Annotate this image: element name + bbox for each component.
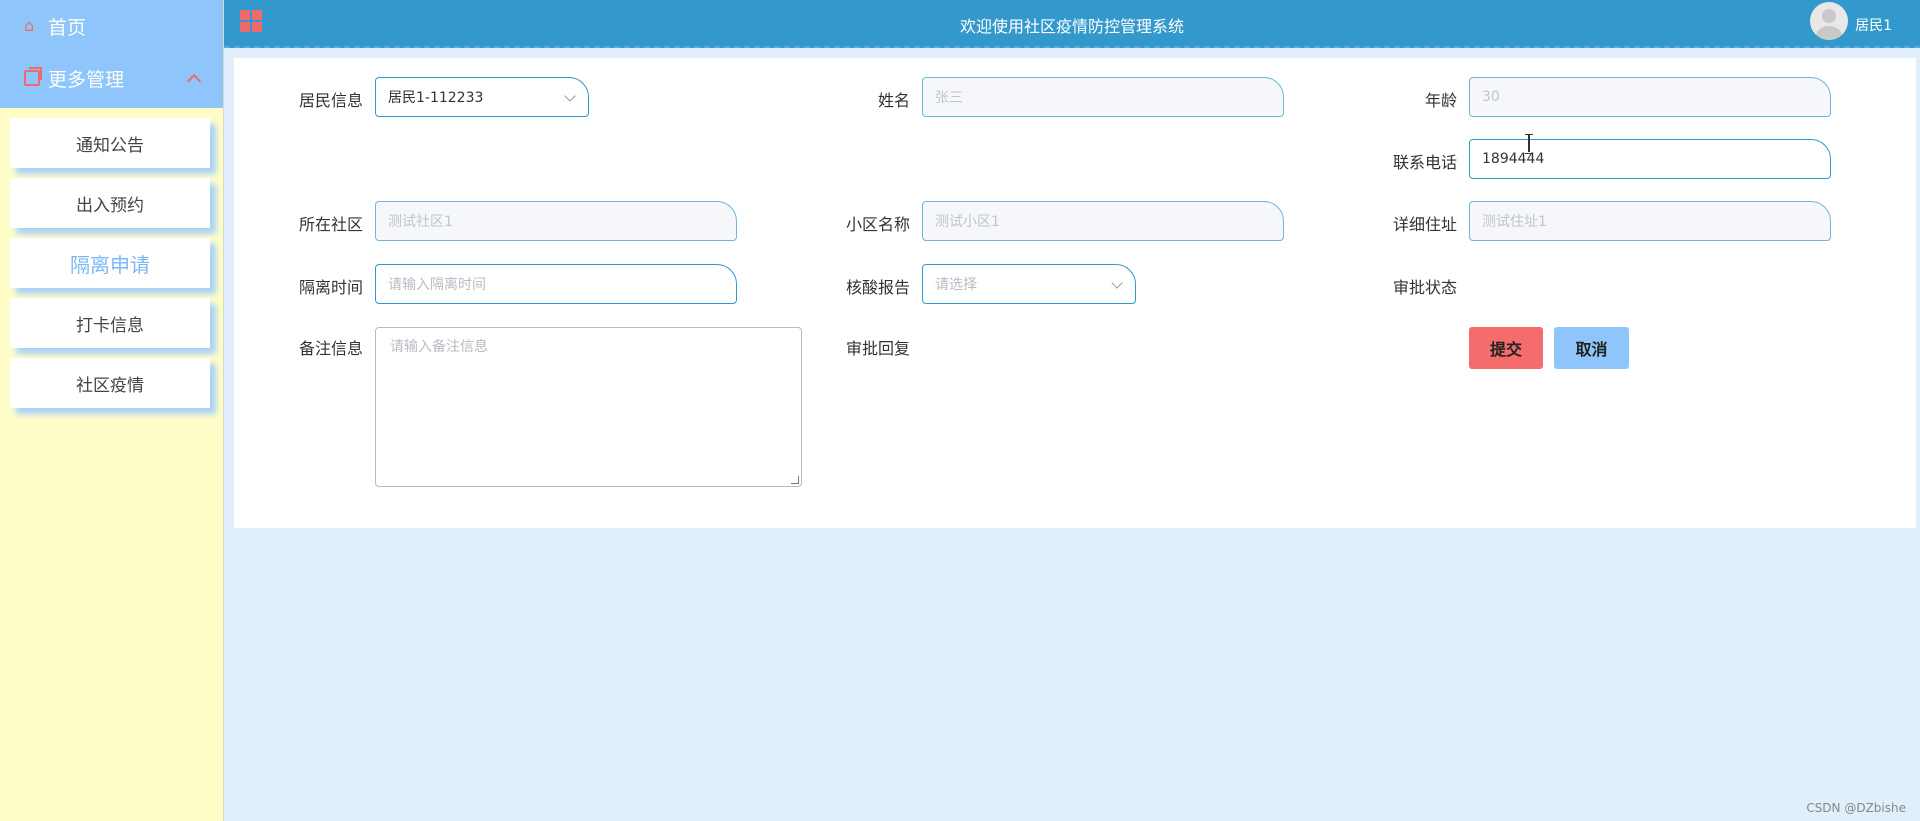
address-field[interactable]: 测试住址1 [1469, 201, 1831, 241]
top-bar: 欢迎使用社区疫情防控管理系统 居民1 [224, 0, 1920, 48]
community-field[interactable]: 测试社区1 [375, 201, 737, 241]
text-cursor-icon [1525, 134, 1533, 154]
sidebar-item-notice[interactable]: 通知公告 [10, 118, 210, 168]
sidebar-item-access-booking[interactable]: 出入预约 [10, 178, 210, 228]
sidebar: ⌂ 首页 更多管理 通知公告 出入预约 隔离申请 打卡信息 社区疫情 [0, 0, 224, 821]
estate-name-label: 小区名称 [845, 215, 910, 234]
remarks-textarea[interactable]: 请输入备注信息 [375, 327, 802, 487]
sidebar-item-label: 更多管理 [48, 68, 125, 91]
phone-label: 联系电话 [1392, 153, 1457, 172]
name-field[interactable]: 张三 [922, 77, 1284, 117]
user-name[interactable]: 居民1 [1855, 15, 1892, 35]
sidebar-item-label: 首页 [48, 16, 87, 39]
avatar[interactable] [1810, 2, 1848, 40]
resident-info-label: 居民信息 [298, 91, 363, 110]
sidebar-item-label: 打卡信息 [76, 315, 144, 336]
isolation-time-placeholder: 请输入隔离时间 [388, 277, 486, 293]
community-label: 所在社区 [298, 215, 363, 234]
submit-button[interactable]: 提交 [1469, 327, 1543, 369]
copy-icon [24, 67, 42, 86]
isolation-time-input[interactable]: 请输入隔离时间 [375, 264, 737, 304]
phone-value: 1894444 [1482, 151, 1545, 167]
remarks-placeholder: 请输入备注信息 [390, 339, 488, 355]
chevron-down-icon [1111, 277, 1123, 289]
sidebar-header: ⌂ 首页 更多管理 [0, 0, 223, 108]
community-value: 测试社区1 [388, 214, 453, 230]
cancel-button[interactable]: 取消 [1554, 327, 1629, 369]
address-label: 详细住址 [1392, 215, 1457, 234]
sidebar-item-community-epidemic[interactable]: 社区疫情 [10, 358, 210, 408]
approval-status-label: 审批状态 [1392, 278, 1457, 297]
nucleic-report-placeholder: 请选择 [935, 277, 977, 293]
home-icon: ⌂ [24, 16, 35, 35]
sidebar-item-label: 隔离申请 [70, 252, 150, 277]
isolation-time-label: 隔离时间 [298, 278, 363, 297]
nucleic-report-select[interactable]: 请选择 [922, 264, 1136, 304]
sidebar-item-checkin[interactable]: 打卡信息 [10, 298, 210, 348]
estate-name-value: 测试小区1 [935, 214, 1000, 230]
resize-grip-icon[interactable] [791, 476, 799, 484]
sidebar-item-label: 通知公告 [76, 135, 144, 156]
name-value: 张三 [935, 90, 963, 106]
chevron-down-icon [564, 90, 576, 102]
resident-info-select[interactable]: 居民1-112233 [375, 77, 589, 117]
sidebar-item-label: 出入预约 [76, 195, 144, 216]
submenu: 通知公告 出入预约 隔离申请 打卡信息 社区疫情 [0, 108, 223, 408]
age-label: 年龄 [1424, 91, 1457, 110]
sidebar-item-label: 社区疫情 [76, 375, 144, 396]
approval-reply-label: 审批回复 [845, 339, 910, 358]
age-field[interactable]: 30 [1469, 77, 1831, 117]
sidebar-item-home[interactable]: ⌂ 首页 [0, 0, 223, 52]
system-title: 欢迎使用社区疫情防控管理系统 [959, 17, 1184, 36]
phone-field[interactable]: 1894444 [1469, 139, 1831, 179]
estate-name-field[interactable]: 测试小区1 [922, 201, 1284, 241]
remarks-label: 备注信息 [298, 339, 363, 358]
name-label: 姓名 [877, 91, 910, 110]
nucleic-report-label: 核酸报告 [845, 278, 910, 297]
sidebar-item-isolation-request[interactable]: 隔离申请 [10, 238, 210, 288]
age-value: 30 [1482, 89, 1500, 105]
resident-info-value: 居民1-112233 [388, 90, 484, 106]
isolation-form: 居民信息 居民1-112233 姓名 张三 年龄 30 联系电话 1894444… [234, 58, 1916, 528]
watermark: CSDN @DZbishe [1806, 801, 1906, 815]
address-value: 测试住址1 [1482, 214, 1547, 230]
